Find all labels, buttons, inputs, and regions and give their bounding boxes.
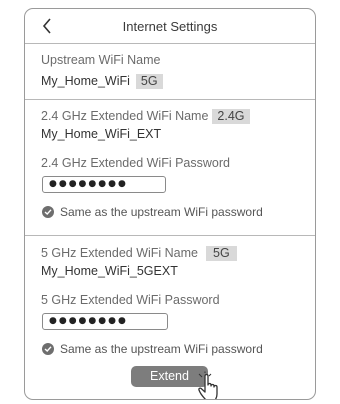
band24-name-value: My_Home_WiFi_EXT xyxy=(41,127,162,141)
header: Internet Settings xyxy=(25,9,315,44)
upstream-name-value: My_Home_WiFi xyxy=(41,74,130,88)
settings-panel: Internet Settings Upstream WiFi Name My_… xyxy=(24,8,316,400)
band5-same-password-checkbox[interactable]: Same as the upstream WiFi password xyxy=(42,342,263,356)
band5-password-label: 5 GHz Extended WiFi Password xyxy=(41,293,220,307)
band24-name-label: 2.4 GHz Extended WiFi Name xyxy=(41,109,209,123)
page-title: Internet Settings xyxy=(122,19,218,34)
band5-password-field[interactable]: ●●●●●●●● xyxy=(42,313,168,330)
band24-same-password-checkbox[interactable]: Same as the upstream WiFi password xyxy=(42,205,263,219)
hand-pointer-icon xyxy=(198,371,218,399)
band5-name-value: My_Home_WiFi_5GEXT xyxy=(41,264,178,278)
band24-badge: 2.4G xyxy=(212,109,250,124)
upstream-section: Upstream WiFi Name My_Home_WiFi 5G xyxy=(25,44,315,100)
band24-same-password-label: Same as the upstream WiFi password xyxy=(60,205,263,219)
band24-section: 2.4 GHz Extended WiFi Name 2.4G My_Home_W… xyxy=(25,100,315,236)
band24-password-label: 2.4 GHz Extended WiFi Password xyxy=(41,156,230,170)
band24-password-field[interactable]: ●●●●●●●● xyxy=(42,176,166,193)
band5-name-label: 5 GHz Extended WiFi Name xyxy=(41,246,198,260)
upstream-name-label: Upstream WiFi Name xyxy=(41,53,161,67)
check-circle-icon xyxy=(42,343,54,355)
upstream-name-row: My_Home_WiFi 5G xyxy=(41,74,163,89)
band5-badge: 5G xyxy=(206,246,237,261)
band5-name-row: 5 GHz Extended WiFi Name 5G xyxy=(41,246,237,261)
upstream-band-badge: 5G xyxy=(135,74,163,89)
band5-same-password-label: Same as the upstream WiFi password xyxy=(60,342,263,356)
check-circle-icon xyxy=(42,206,54,218)
band24-name-row: 2.4 GHz Extended WiFi Name 2.4G xyxy=(41,109,250,124)
